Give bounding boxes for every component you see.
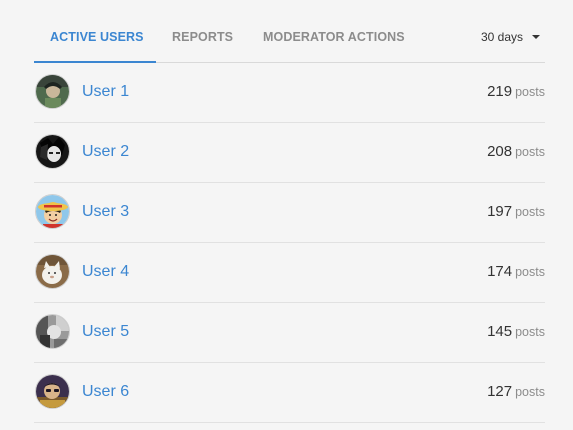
user-avatar[interactable] [35, 194, 70, 229]
avatar-grey-monochrome-scene [36, 315, 69, 348]
post-count-unit: posts [515, 145, 545, 159]
post-count: 208 posts [487, 143, 545, 161]
user-avatar[interactable] [35, 74, 70, 109]
post-count: 174 posts [487, 263, 545, 281]
active-users-panel: ACTIVE USERS REPORTS MODERATOR ACTIONS 3… [34, 0, 545, 423]
post-count-number: 208 [487, 143, 513, 160]
avatar-straw-hat-character [36, 195, 69, 228]
post-count-number: 197 [487, 203, 513, 220]
tab-active-users[interactable]: ACTIVE USERS [50, 30, 144, 44]
post-count-number: 219 [487, 83, 513, 100]
user-name-link[interactable]: User 1 [82, 83, 129, 101]
user-name-link[interactable]: User 6 [82, 383, 129, 401]
post-count-unit: posts [515, 385, 545, 399]
post-count-unit: posts [515, 265, 545, 279]
tab-reports[interactable]: REPORTS [172, 30, 233, 44]
post-count-unit: posts [515, 85, 545, 99]
user-name-link[interactable]: User 5 [82, 323, 129, 341]
user-name-link[interactable]: User 4 [82, 263, 129, 281]
post-count-number: 127 [487, 383, 513, 400]
user-row: User 4 174 posts [34, 243, 545, 303]
post-count: 219 posts [487, 83, 545, 101]
user-name-link[interactable]: User 3 [82, 203, 129, 221]
user-avatar[interactable] [35, 374, 70, 409]
avatar-purple-gold-character [36, 375, 69, 408]
user-avatar[interactable] [35, 254, 70, 289]
user-row: User 1 219 posts [34, 63, 545, 123]
user-row: User 5 145 posts [34, 303, 545, 363]
user-name-link[interactable]: User 2 [82, 143, 129, 161]
user-row: User 6 127 posts [34, 363, 545, 423]
post-count: 145 posts [487, 323, 545, 341]
range-dropdown-value: 30 days [480, 30, 523, 44]
post-count-number: 145 [487, 323, 513, 340]
avatar-white-animal-on-brown [36, 255, 69, 288]
user-row: User 3 197 posts [34, 183, 545, 243]
post-count: 197 posts [487, 203, 545, 221]
caret-down-icon [532, 35, 540, 39]
post-count-number: 174 [487, 263, 513, 280]
post-count: 127 posts [487, 383, 545, 401]
post-count-unit: posts [515, 205, 545, 219]
user-avatar[interactable] [35, 314, 70, 349]
avatar-black-white-character [36, 135, 69, 168]
tab-moderator-actions[interactable]: MODERATOR ACTIONS [263, 30, 405, 44]
avatar-dark-green-character [36, 75, 69, 108]
range-dropdown[interactable]: 30 days [481, 30, 540, 44]
user-row: User 2 208 posts [34, 123, 545, 183]
tab-bar: ACTIVE USERS REPORTS MODERATOR ACTIONS 3… [34, 0, 545, 63]
user-avatar[interactable] [35, 134, 70, 169]
post-count-unit: posts [515, 325, 545, 339]
